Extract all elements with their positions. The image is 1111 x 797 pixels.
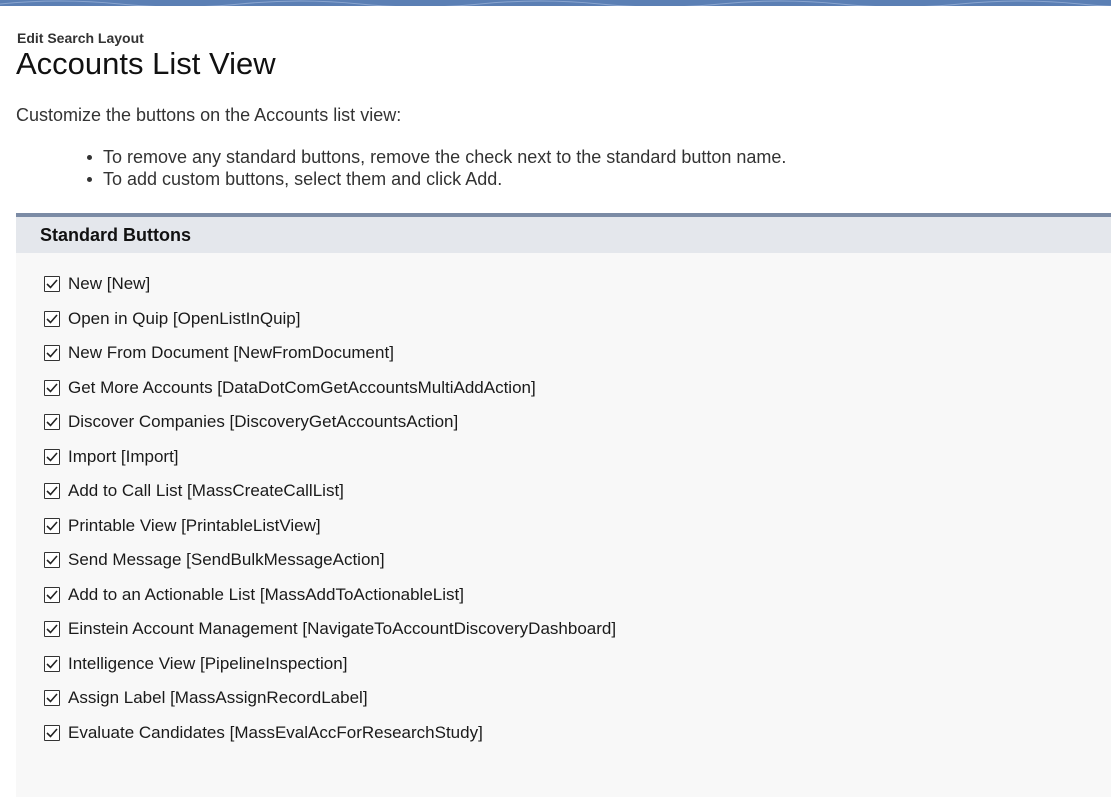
- button-option-new: New [New]: [44, 267, 616, 302]
- button-option-get-more-accounts: Get More Accounts [DataDotComGetAccounts…: [44, 371, 616, 406]
- checkbox[interactable]: [44, 448, 60, 465]
- instruction-text: To add custom buttons, select them and c…: [103, 169, 503, 189]
- page-eyebrow: Edit Search Layout: [17, 30, 144, 46]
- button-option-add-to-call-list: Add to Call List [MassCreateCallList]: [44, 474, 616, 509]
- button-option-open-in-quip: Open in Quip [OpenListInQuip]: [44, 302, 616, 337]
- instruction-list: To remove any standard buttons, remove t…: [87, 146, 787, 190]
- checkmark-icon: [46, 486, 58, 496]
- checkmark-icon: [46, 555, 58, 565]
- checkmark-icon: [46, 348, 58, 358]
- checkbox[interactable]: [44, 621, 60, 638]
- intro-text: Customize the buttons on the Accounts li…: [16, 105, 402, 125]
- button-option-label: New [New]: [68, 274, 151, 294]
- checkmark-icon: [46, 314, 58, 324]
- checkbox[interactable]: [44, 552, 60, 569]
- instruction-item: To remove any standard buttons, remove t…: [87, 146, 787, 168]
- checkmark-icon: [46, 417, 58, 427]
- instruction-text: To remove any standard buttons, remove t…: [103, 147, 787, 167]
- checkbox[interactable]: [44, 724, 60, 741]
- checkmark-icon: [46, 693, 58, 703]
- checkmark-icon: [46, 452, 58, 462]
- checkbox[interactable]: [44, 483, 60, 500]
- button-option-evaluate-candidates: Evaluate Candidates [MassEvalAccForResea…: [44, 716, 616, 751]
- button-option-label: Add to Call List [MassCreateCallList]: [68, 481, 344, 501]
- section-title: Standard Buttons: [16, 217, 1111, 253]
- checkmark-icon: [46, 590, 58, 600]
- button-option-label: Open in Quip [OpenListInQuip]: [68, 308, 301, 328]
- button-option-new-from-document: New From Document [NewFromDocument]: [44, 336, 616, 371]
- button-option-label: Einstein Account Management [NavigateToA…: [68, 619, 617, 639]
- banner-pattern: [0, 0, 1111, 6]
- checkmark-icon: [46, 521, 58, 531]
- button-option-label: Intelligence View [PipelineInspection]: [68, 653, 348, 673]
- checkmark-icon: [46, 383, 58, 393]
- button-option-einstein-account-management: Einstein Account Management [NavigateToA…: [44, 612, 616, 647]
- button-option-add-to-actionable-list: Add to an Actionable List [MassAddToActi…: [44, 578, 616, 613]
- checkmark-icon: [46, 728, 58, 738]
- button-option-discover-companies: Discover Companies [DiscoveryGetAccounts…: [44, 405, 616, 440]
- bullet-icon: [87, 177, 92, 182]
- checkmark-icon: [46, 624, 58, 634]
- checkbox[interactable]: [44, 414, 60, 431]
- button-option-label: Evaluate Candidates [MassEvalAccForResea…: [68, 722, 483, 742]
- instruction-item: To add custom buttons, select them and c…: [87, 168, 786, 190]
- checkbox[interactable]: [44, 655, 60, 672]
- standard-button-list: New [New] Open in Quip [OpenListInQuip] …: [44, 267, 616, 750]
- page-title: Accounts List View: [16, 46, 276, 81]
- checkmark-icon: [46, 279, 58, 289]
- checkbox[interactable]: [44, 517, 60, 534]
- button-option-label: New From Document [NewFromDocument]: [68, 343, 394, 363]
- button-option-label: Import [Import]: [68, 446, 179, 466]
- checkbox[interactable]: [44, 690, 60, 707]
- button-option-label: Discover Companies [DiscoveryGetAccounts…: [68, 412, 459, 432]
- button-option-assign-label: Assign Label [MassAssignRecordLabel]: [44, 681, 616, 716]
- checkmark-icon: [46, 659, 58, 669]
- button-option-send-message: Send Message [SendBulkMessageAction]: [44, 543, 616, 578]
- top-banner: [0, 0, 1111, 6]
- checkbox[interactable]: [44, 586, 60, 603]
- standard-buttons-section: Standard Buttons New [New] Open in Quip …: [16, 213, 1111, 797]
- button-option-label: Printable View [PrintableListView]: [68, 515, 321, 535]
- checkbox[interactable]: [44, 310, 60, 327]
- button-option-printable-view: Printable View [PrintableListView]: [44, 509, 616, 544]
- checkbox[interactable]: [44, 379, 60, 396]
- button-option-label: Get More Accounts [DataDotComGetAccounts…: [68, 377, 536, 397]
- bullet-icon: [87, 155, 92, 160]
- button-option-import: Import [Import]: [44, 440, 616, 475]
- button-option-label: Send Message [SendBulkMessageAction]: [68, 550, 385, 570]
- button-option-label: Add to an Actionable List [MassAddToActi…: [68, 584, 464, 604]
- button-option-label: Assign Label [MassAssignRecordLabel]: [68, 688, 368, 708]
- checkbox[interactable]: [44, 276, 60, 293]
- button-option-intelligence-view: Intelligence View [PipelineInspection]: [44, 647, 616, 682]
- checkbox[interactable]: [44, 345, 60, 362]
